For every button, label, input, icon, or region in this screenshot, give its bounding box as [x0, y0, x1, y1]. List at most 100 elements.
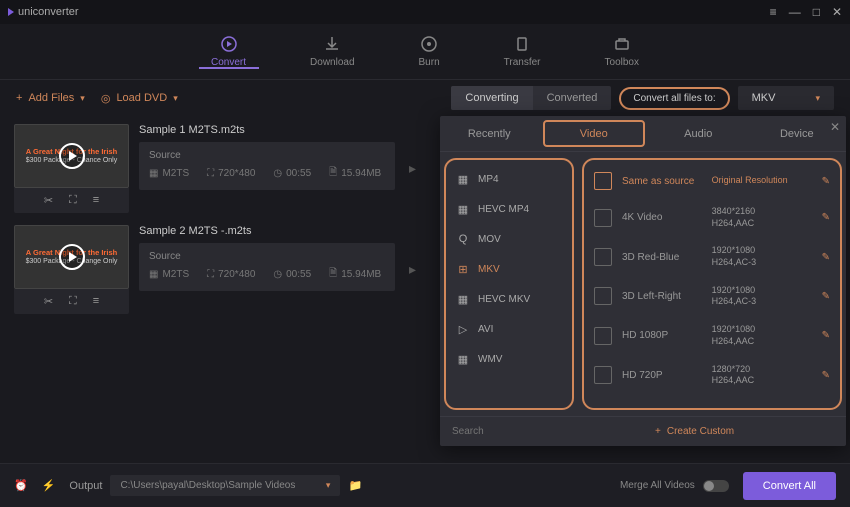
- preset-icon: [594, 172, 612, 190]
- seg-converted[interactable]: Converted: [533, 86, 612, 110]
- container-hevc-mkv[interactable]: ▦HEVC MKV: [446, 284, 572, 314]
- edit-icon[interactable]: ✎: [822, 330, 830, 341]
- download-icon: [323, 35, 341, 53]
- file-icon: ▦: [456, 202, 470, 216]
- bottom-bar: ⏰ ⚡ Output C:\Users\payal\Desktop\Sample…: [0, 463, 850, 507]
- file-name: Sample 2 M2TS -.m2ts: [139, 225, 395, 237]
- preset-icon: [594, 327, 612, 345]
- film-icon: ▦: [149, 269, 158, 280]
- preset-icon: [594, 287, 612, 305]
- nav-toolbox[interactable]: Toolbox: [605, 35, 639, 68]
- disc-icon: ◎: [101, 92, 111, 105]
- dropdown-footer: + Create Custom: [440, 416, 846, 446]
- edit-icon[interactable]: ✎: [822, 252, 830, 263]
- container-wmv[interactable]: ▦WMV: [446, 344, 572, 374]
- file-icon: 🗎: [329, 266, 337, 283]
- preset-icon: [594, 366, 612, 384]
- file-item: A Great Night for the Irish $300 Package…: [14, 124, 420, 213]
- container-mkv[interactable]: ⊞MKV: [446, 254, 572, 284]
- preset-same-source[interactable]: Same as source Original Resolution ✎: [584, 164, 840, 198]
- nav-burn[interactable]: Burn: [419, 35, 440, 68]
- merge-toggle[interactable]: [703, 480, 729, 492]
- preset-icon: [594, 248, 612, 266]
- edit-icon[interactable]: ✎: [822, 212, 830, 223]
- seg-converting[interactable]: Converting: [451, 86, 532, 110]
- tab-recently[interactable]: Recently: [440, 116, 539, 151]
- chevron-down-icon: ▾: [173, 93, 178, 104]
- close-icon[interactable]: ✕: [830, 120, 840, 134]
- container-mov[interactable]: QMOV: [446, 224, 572, 254]
- preset-icon: [594, 209, 612, 227]
- search-input[interactable]: [440, 417, 647, 446]
- trim-icon[interactable]: ✂: [44, 295, 53, 308]
- arrow-right-icon: ▸: [409, 261, 416, 278]
- preset-4k[interactable]: 4K Video 3840*2160H264,AAC ✎: [584, 198, 840, 237]
- trim-icon[interactable]: ✂: [44, 194, 53, 207]
- file-icon: ▦: [456, 292, 470, 306]
- output-path[interactable]: C:\Users\payal\Desktop\Sample Videos ▾: [110, 475, 340, 496]
- file-list: A Great Night for the Irish $300 Package…: [0, 116, 434, 456]
- output-label: Output: [69, 480, 102, 492]
- add-files-button[interactable]: + Add Files ▾: [16, 92, 85, 104]
- window-controls: ≡ — □ ✕: [770, 5, 842, 19]
- film-icon: ▦: [149, 168, 158, 179]
- minimize-icon[interactable]: —: [789, 5, 801, 19]
- edit-icon[interactable]: ✎: [822, 370, 830, 381]
- container-mp4[interactable]: ▦MP4: [446, 164, 572, 194]
- app-name: uniconverter: [18, 6, 79, 18]
- container-hevc-mp4[interactable]: ▦HEVC MP4: [446, 194, 572, 224]
- crop-icon[interactable]: ⛶: [69, 295, 77, 308]
- nav-transfer[interactable]: Transfer: [504, 35, 541, 68]
- dropdown-tabs: Recently Video Audio Device: [440, 116, 846, 152]
- play-icon[interactable]: [59, 244, 85, 270]
- chevron-down-icon: ▾: [326, 480, 331, 491]
- file-icon: ▦: [456, 352, 470, 366]
- resolution-icon: ⛶: [207, 269, 214, 280]
- close-icon[interactable]: ✕: [832, 5, 842, 19]
- app-title: uniconverter: [8, 6, 79, 18]
- crop-icon[interactable]: ⛶: [69, 194, 77, 207]
- chevron-down-icon: ▾: [80, 93, 85, 104]
- tab-audio[interactable]: Audio: [649, 116, 748, 151]
- convert-to-label: Convert all files to:: [619, 87, 729, 110]
- arrow-right-icon: ▸: [409, 160, 416, 177]
- format-dropdown: ✕ Recently Video Audio Device ▦MP4 ▦HEVC…: [440, 116, 846, 446]
- edit-icon[interactable]: ✎: [822, 291, 830, 302]
- folder-icon[interactable]: 📁: [348, 479, 362, 492]
- thumbnail[interactable]: A Great Night for the Irish $300 Package…: [14, 124, 129, 188]
- clock-icon[interactable]: ⏰: [14, 479, 28, 492]
- plus-icon: +: [16, 92, 22, 104]
- file-icon: ▦: [456, 172, 470, 186]
- transfer-icon: [513, 35, 531, 53]
- create-custom-button[interactable]: + Create Custom: [647, 417, 846, 446]
- convert-all-button[interactable]: Convert All: [743, 472, 836, 500]
- tab-video[interactable]: Video: [543, 120, 646, 147]
- play-icon[interactable]: [59, 143, 85, 169]
- preset-3d-redblue[interactable]: 3D Red-Blue 1920*1080H264,AC-3 ✎: [584, 237, 840, 276]
- clock-icon: ◷: [273, 168, 282, 179]
- nav-convert[interactable]: Convert: [211, 35, 246, 68]
- toolbox-icon: [613, 35, 631, 53]
- effects-icon[interactable]: ≡: [93, 295, 99, 308]
- load-dvd-button[interactable]: ◎ Load DVD ▾: [101, 92, 178, 105]
- gpu-icon[interactable]: ⚡: [42, 479, 56, 492]
- file-meta: Source ▦M2TS ⛶720*480 ◷00:55 🗎15.94MB: [139, 142, 395, 190]
- logo-icon: [8, 8, 14, 16]
- preset-3d-leftright[interactable]: 3D Left-Right 1920*1080H264,AC-3 ✎: [584, 277, 840, 316]
- menu-icon[interactable]: ≡: [770, 5, 777, 19]
- edit-icon[interactable]: ✎: [822, 176, 830, 187]
- file-item: A Great Night for the Irish $300 Package…: [14, 225, 420, 314]
- preset-list: Same as source Original Resolution ✎ 4K …: [582, 158, 842, 410]
- maximize-icon[interactable]: □: [813, 5, 820, 19]
- top-nav: Convert Download Burn Transfer Toolbox: [0, 24, 850, 80]
- container-list: ▦MP4 ▦HEVC MP4 QMOV ⊞MKV ▦HEVC MKV ▷AVI …: [444, 158, 574, 410]
- nav-download[interactable]: Download: [310, 35, 354, 68]
- container-avi[interactable]: ▷AVI: [446, 314, 572, 344]
- format-select[interactable]: MKV ▾: [738, 86, 834, 110]
- plus-icon: +: [655, 426, 661, 437]
- thumbnail[interactable]: A Great Night for the Irish $300 Package…: [14, 225, 129, 289]
- effects-icon[interactable]: ≡: [93, 194, 99, 207]
- preset-1080p[interactable]: HD 1080P 1920*1080H264,AAC ✎: [584, 316, 840, 355]
- preset-720p[interactable]: HD 720P 1280*720H264,AAC ✎: [584, 356, 840, 395]
- merge-label: Merge All Videos: [620, 480, 695, 491]
